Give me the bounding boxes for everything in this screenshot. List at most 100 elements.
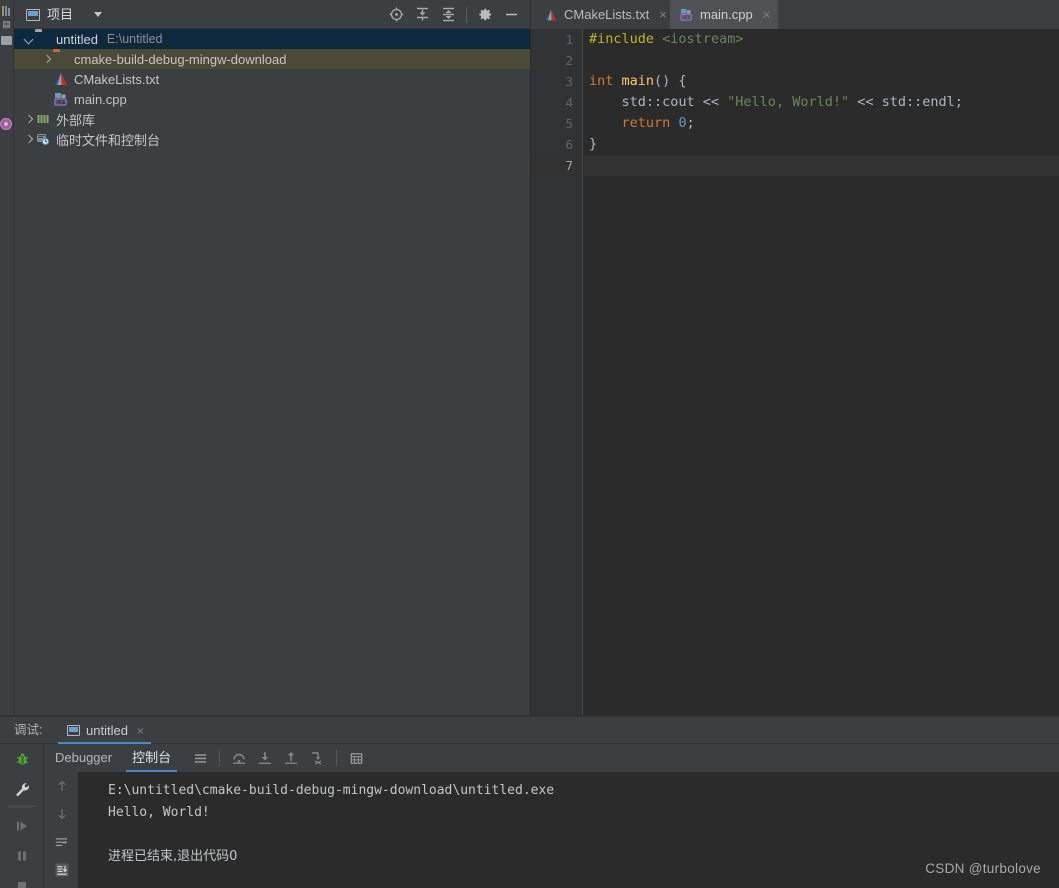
cmake-file-icon [544,8,558,22]
line-number: 4 [565,95,573,110]
project-panel-title: 项目 [47,7,74,22]
ai-helper-label[interactable]: ic-helper [0,62,13,75]
structure-icon[interactable] [1,5,13,17]
tree-item-external-libraries[interactable]: 外部库 [14,109,530,129]
code-line: return 0; [621,115,695,131]
console-line: Hello, World! [108,805,210,820]
svg-text:C++: C++ [682,15,693,21]
soft-wrap-icon[interactable] [45,828,78,856]
tab-label: main.cpp [700,7,753,22]
ai-assistant-icon[interactable] [0,118,12,130]
code-line: } [589,136,598,152]
minimize-icon[interactable] [498,2,524,28]
editor-tab-bar: CMakeLists.txt × C++ main.cpp × [531,0,1059,29]
tree-item-label: 临时文件和控制台 [56,132,161,148]
collapse-all-icon[interactable] [435,2,461,28]
debug-subtab-bar: Debugger 控制台 [45,744,1059,772]
stop-program-icon[interactable] [0,871,44,888]
show-options-menu-icon[interactable] [187,745,213,771]
scroll-down-icon[interactable] [45,800,78,828]
code-line [584,155,1059,176]
project-panel-toolbar [383,0,524,29]
cpp-file-icon: C++ [679,7,694,22]
select-opened-file-icon[interactable] [383,2,409,28]
chevron-down-icon[interactable] [94,12,103,17]
close-icon[interactable]: × [137,724,144,738]
chevron-down-icon[interactable] [22,33,35,46]
editor-body: 1 2 3 4 5 6 7 #include <iostream> int ma… [531,29,1059,715]
tree-item-path: E:\untitled [106,32,163,46]
chevron-right-icon[interactable] [22,133,35,146]
tree-item-untitled[interactable]: untitled E:\untitled [14,29,530,49]
line-number: 7 [531,155,582,176]
tab-label: CMakeLists.txt [564,7,650,22]
tree-item-label: CMakeLists.txt [74,71,160,87]
step-into-icon[interactable] [252,745,278,771]
svg-text:C++: C++ [56,100,68,106]
scroll-up-icon[interactable] [45,772,78,800]
tree-item-label: untitled [56,31,98,47]
clion-ide-window: ▤ ic-helper 项目 [0,0,1059,888]
watermark-text: CSDN @turbolove [925,861,1041,876]
tab-console[interactable]: 控制台 [122,744,181,772]
line-number: 3 [565,74,573,89]
tree-item-label: 外部库 [56,112,96,128]
external-libraries-icon [35,111,51,127]
tab-main-cpp[interactable]: C++ main.cpp × [670,0,779,29]
line-number: 5 [565,116,573,131]
pause-program-icon[interactable] [0,841,44,871]
console-output[interactable]: E:\untitled\cmake-build-debug-mingw-down… [78,772,1059,888]
chevron-right-icon[interactable] [40,53,53,66]
line-number: 6 [565,137,573,152]
debug-session-tab-untitled[interactable]: untitled × [58,717,153,744]
debug-tab-row: 调试: untitled × [0,717,1059,744]
resume-program-icon[interactable] [0,811,44,841]
project-title-group[interactable]: 项目 [26,5,103,24]
project-folder-icon[interactable] [1,36,12,45]
tab-debugger[interactable]: Debugger [45,744,122,772]
code-line: #include <iostream> [589,31,744,47]
console-line: E:\untitled\cmake-build-debug-mingw-down… [108,783,555,798]
close-icon[interactable]: × [763,8,771,21]
editor-area: CMakeLists.txt × C++ main.cpp × 1 2 3 4 … [531,0,1059,715]
wrench-icon[interactable] [0,774,44,804]
scroll-to-end-icon[interactable] [45,856,78,884]
toolbar-divider [219,750,221,766]
folder-grey-icon [35,31,51,47]
project-panel-header: 项目 [14,0,530,29]
toolbar-divider [7,806,36,807]
code-content[interactable]: #include <iostream> int main() { std::co… [584,29,1059,715]
console-side-toolbar [45,772,78,888]
debug-side-toolbar [0,744,44,888]
line-number: 1 [565,32,573,47]
toolbar-divider [466,6,467,23]
tree-item-cmake-build-dir[interactable]: cmake-build-debug-mingw-download [14,49,530,69]
debug-tool-window: 调试: untitled × Debugger 控制台 E:\untitled\… [0,717,1059,888]
run-to-cursor-icon[interactable] [304,745,330,771]
console-line: 进程已结束,退出代码0 [108,849,238,864]
step-over-icon[interactable] [226,745,252,771]
code-line: int main() { [589,73,687,89]
tab-cmakelists-txt[interactable]: CMakeLists.txt × [535,0,675,29]
close-icon[interactable]: × [659,8,667,21]
toolbar-divider [336,750,338,766]
editor-gutter[interactable]: 1 2 3 4 5 6 7 [531,29,583,715]
debug-panel-label: 调试: [14,723,43,737]
expand-all-icon[interactable] [409,2,435,28]
tree-item-label: cmake-build-debug-mingw-download [74,51,287,67]
evaluate-expression-icon[interactable] [343,745,369,771]
line-number: 2 [565,53,573,68]
folder-orange-icon [53,51,69,67]
project-window-icon [26,8,40,21]
chevron-right-icon[interactable] [22,113,35,126]
project-tool-window: 项目 untitled E:\untitled cmake-build-debu… [14,0,530,715]
tree-item-cmakelists[interactable]: CMakeLists.txt [14,69,530,89]
bookmarks-icon[interactable]: ▤ [0,18,13,31]
tree-item-main-cpp[interactable]: C++ main.cpp [14,89,530,109]
debug-icon[interactable] [0,744,44,774]
step-out-icon[interactable] [278,745,304,771]
gear-icon[interactable] [472,2,498,28]
tree-item-scratches-consoles[interactable]: 临时文件和控制台 [14,129,530,149]
